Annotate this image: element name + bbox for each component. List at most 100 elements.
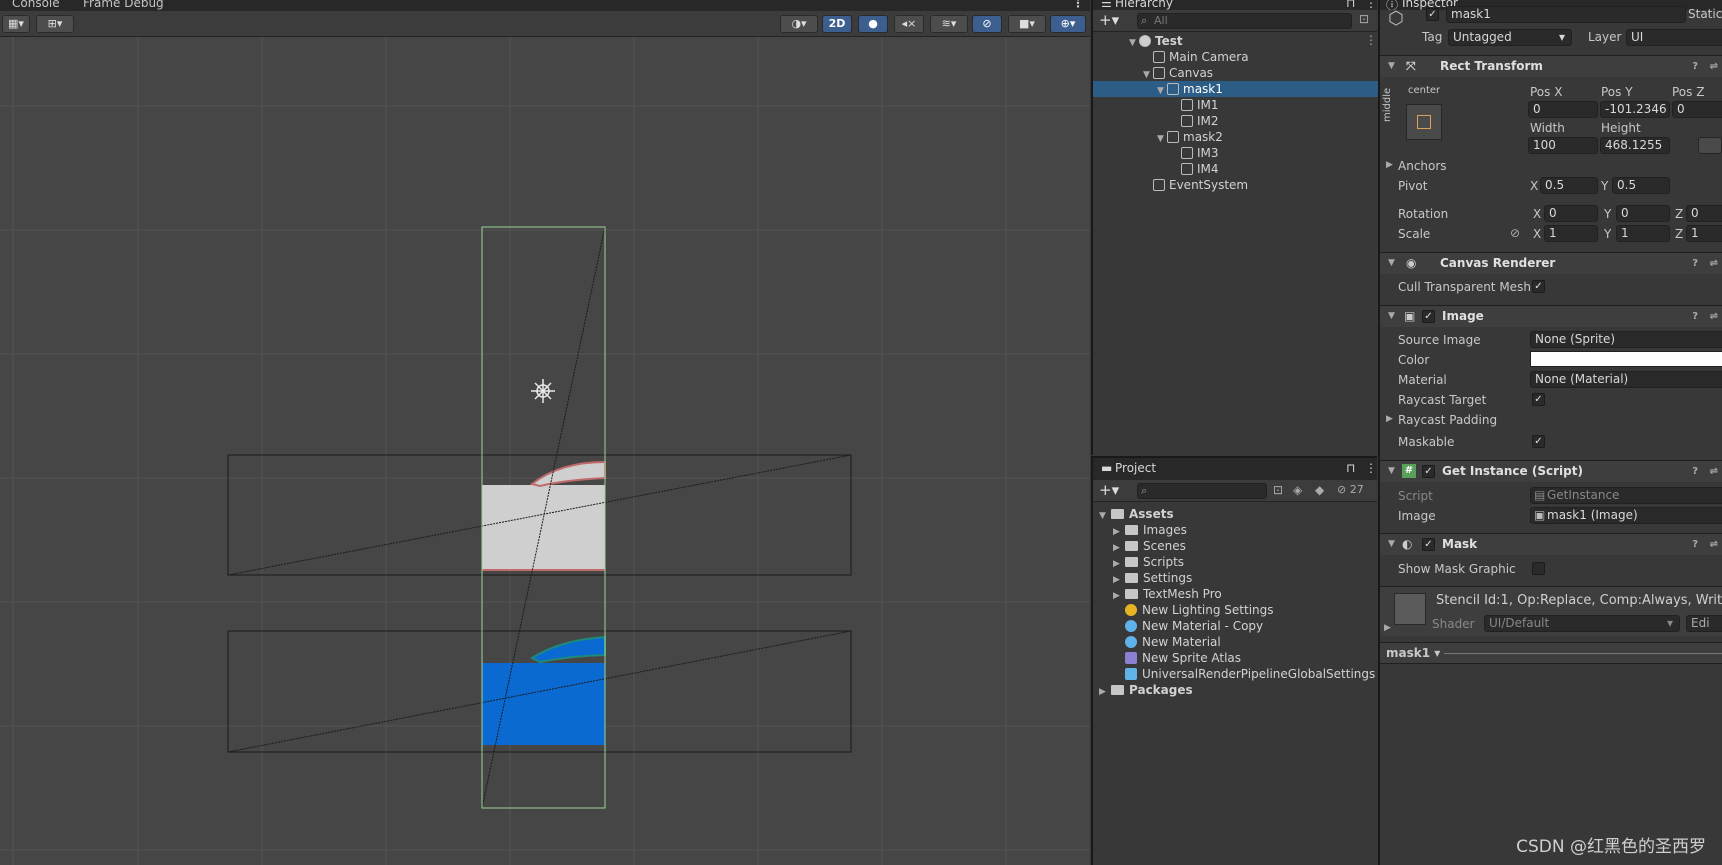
hierarchy-item-canvas[interactable]: ▼ Canvas (1093, 65, 1379, 81)
project-item-images[interactable]: ▶ Images (1113, 522, 1187, 538)
camera-settings-icon[interactable]: ■▾ (1008, 15, 1046, 33)
help-icon[interactable]: ? (1692, 253, 1698, 274)
project-item-scenes[interactable]: ▶ Scenes (1113, 538, 1186, 554)
tab-console[interactable]: Console (12, 0, 60, 10)
get-instance-header[interactable]: ▼ # ✓ Get Instance (Script) ? ⇌ (1380, 460, 1722, 482)
project-item-packages[interactable]: ▶ Packages (1099, 682, 1193, 698)
create-asset-icon[interactable]: +▾ (1099, 481, 1119, 499)
script-enabled-checkbox[interactable]: ✓ (1422, 465, 1435, 478)
cull-transparent-mesh-checkbox[interactable]: ✓ (1532, 280, 1545, 293)
lock-icon[interactable]: ⊓ (1346, 0, 1355, 10)
source-image-field[interactable]: None (Sprite) (1530, 331, 1722, 348)
tab-frame-debug[interactable]: Frame Debug (83, 0, 164, 10)
foldout-arrow-icon[interactable]: ▶ (1386, 414, 1393, 424)
scene-canvas[interactable] (0, 37, 1090, 865)
project-search-input[interactable]: ⌕ (1137, 483, 1267, 499)
settings-icon[interactable]: ⇌ (1710, 461, 1718, 482)
material-field[interactable]: None (Material) (1530, 371, 1722, 388)
audio-toggle-icon[interactable]: ◂× (894, 15, 924, 33)
mask-component-header[interactable]: ▼ ◐ ✓ Mask ? ⇌ (1380, 533, 1722, 555)
width-field[interactable]: 100 (1528, 137, 1598, 154)
preview-divider[interactable] (1444, 653, 1722, 654)
more-options-icon[interactable]: ⋮ (1072, 0, 1084, 10)
project-item-new-material[interactable]: New Material (1113, 634, 1221, 650)
scene-view[interactable]: Console Frame Debug ⋮ ▦▾ ⊞▾ ◑▾ 2D ● ◂× ≋… (0, 0, 1090, 865)
image-ref-field[interactable]: ▣ mask1 (Image) (1530, 507, 1722, 524)
settings-icon[interactable]: ⇌ (1710, 253, 1718, 274)
anchor-preset-button[interactable] (1406, 104, 1442, 140)
search-by-type-icon[interactable]: ⊡ (1273, 483, 1283, 497)
scale-z-field[interactable]: 1 (1686, 225, 1722, 242)
project-item-new-lighting-settings[interactable]: New Lighting Settings (1113, 602, 1274, 618)
hidden-packages-icon[interactable]: ⊘ 27 (1337, 483, 1364, 496)
help-icon[interactable]: ? (1692, 306, 1698, 327)
raycast-padding-label[interactable]: Raycast Padding (1398, 413, 1497, 427)
show-mask-graphic-checkbox[interactable] (1532, 562, 1545, 575)
rotation-x-field[interactable]: 0 (1544, 205, 1598, 222)
hierarchy-item-test[interactable]: ▼ Test (1093, 33, 1379, 49)
pos-x-field[interactable]: 0 (1528, 101, 1598, 118)
project-item-settings[interactable]: ▶ Settings (1113, 570, 1192, 586)
scene-visibility-icon[interactable]: ⊡ (1359, 12, 1369, 26)
canvas-renderer-header[interactable]: ▼ ◉ Canvas Renderer ? ⇌ (1380, 252, 1722, 274)
pos-z-field[interactable]: 0 (1672, 101, 1722, 118)
foldout-arrow-icon[interactable]: ▶ (1099, 684, 1111, 700)
settings-icon[interactable]: ⇌ (1710, 534, 1718, 555)
project-item-textmesh-pro[interactable]: ▶ TextMesh Pro (1113, 586, 1222, 602)
settings-icon[interactable]: ⇌ (1710, 306, 1718, 327)
anchors-foldout-icon[interactable]: ▶ (1386, 160, 1393, 170)
settings-icon[interactable]: ⇌ (1710, 56, 1718, 77)
project-item-new-sprite-atlas[interactable]: New Sprite Atlas (1113, 650, 1241, 666)
static-label[interactable]: Static (1688, 7, 1722, 21)
edit-shader-button[interactable]: Edi (1686, 615, 1722, 632)
shading-mode-icon[interactable]: ◑▾ (780, 15, 818, 33)
foldout-arrow-icon[interactable]: ▶ (1384, 623, 1391, 633)
hierarchy-item-im4[interactable]: IM4 (1093, 161, 1379, 177)
project-tab[interactable]: ▬ Project ⊓ ⋮ (1093, 458, 1377, 480)
help-icon[interactable]: ? (1692, 534, 1698, 555)
maskable-checkbox[interactable]: ✓ (1532, 435, 1545, 448)
image-enabled-checkbox[interactable]: ✓ (1422, 310, 1435, 323)
project-item-universalrenderpipelineglobalsettings[interactable]: UniversalRenderPipelineGlobalSettings (1113, 666, 1375, 682)
hierarchy-item-mask2[interactable]: ▼ mask2 (1093, 129, 1379, 145)
visibility-toggle-icon[interactable]: ⊘ (972, 15, 1002, 33)
rotation-z-field[interactable]: 0 (1686, 205, 1722, 222)
image-component-header[interactable]: ▼ ▣ ✓ Image ? ⇌ (1380, 305, 1722, 327)
help-icon[interactable]: ? (1692, 56, 1698, 77)
height-field[interactable]: 468.1255 (1600, 137, 1670, 154)
pos-y-field[interactable]: -101.2346 (1600, 101, 1670, 118)
hierarchy-item-im1[interactable]: IM1 (1093, 97, 1379, 113)
hierarchy-tab[interactable]: ☰ Hierarchy ⊓ ⋮ (1093, 0, 1377, 10)
more-options-icon[interactable]: ⋮ (1365, 461, 1377, 475)
draw-mode-icon[interactable]: ▦▾ (2, 15, 30, 33)
more-options-icon[interactable]: ⋮ (1365, 0, 1377, 10)
color-swatch[interactable] (1530, 351, 1722, 367)
toggle-2d-button[interactable]: 2D (822, 15, 852, 33)
layer-dropdown[interactable]: UI (1626, 29, 1722, 46)
hierarchy-item-main-camera[interactable]: Main Camera (1093, 49, 1379, 65)
effects-toggle-icon[interactable]: ≋▾ (930, 15, 968, 33)
foldout-arrow-icon[interactable]: ▼ (1099, 508, 1111, 524)
rect-transform-header[interactable]: ▼ ⤧ Rect Transform ? ⇌ (1380, 55, 1722, 77)
constrain-proportions-icon[interactable]: ⊘ (1510, 226, 1520, 240)
scene-options-icon[interactable]: ⋮ (1365, 33, 1377, 47)
project-item-assets[interactable]: ▼ Assets (1099, 506, 1174, 522)
raycast-target-checkbox[interactable]: ✓ (1532, 393, 1545, 406)
search-by-label-icon[interactable]: ◈ (1293, 483, 1302, 497)
tag-icon[interactable]: ◆ (1315, 483, 1324, 497)
blueprint-mode-button[interactable] (1698, 137, 1722, 154)
hierarchy-item-mask1[interactable]: ▼ mask1 (1093, 81, 1379, 97)
anchors-label[interactable]: Anchors (1398, 159, 1447, 173)
add-object-icon[interactable]: +▾ (1099, 11, 1119, 29)
scale-y-field[interactable]: 1 (1616, 225, 1670, 242)
pivot-x-field[interactable]: 0.5 (1540, 177, 1598, 194)
scale-x-field[interactable]: 1 (1544, 225, 1598, 242)
tag-dropdown[interactable]: Untagged ▾ (1448, 29, 1572, 46)
rotation-y-field[interactable]: 0 (1616, 205, 1670, 222)
hierarchy-search-input[interactable]: ⌕ All (1137, 13, 1352, 29)
grid-snap-icon[interactable]: ⊞▾ (36, 15, 74, 33)
object-name-field[interactable]: mask1 (1446, 6, 1686, 23)
help-icon[interactable]: ? (1692, 461, 1698, 482)
pivot-y-field[interactable]: 0.5 (1612, 177, 1670, 194)
lock-icon[interactable]: ⊓ (1346, 461, 1355, 475)
